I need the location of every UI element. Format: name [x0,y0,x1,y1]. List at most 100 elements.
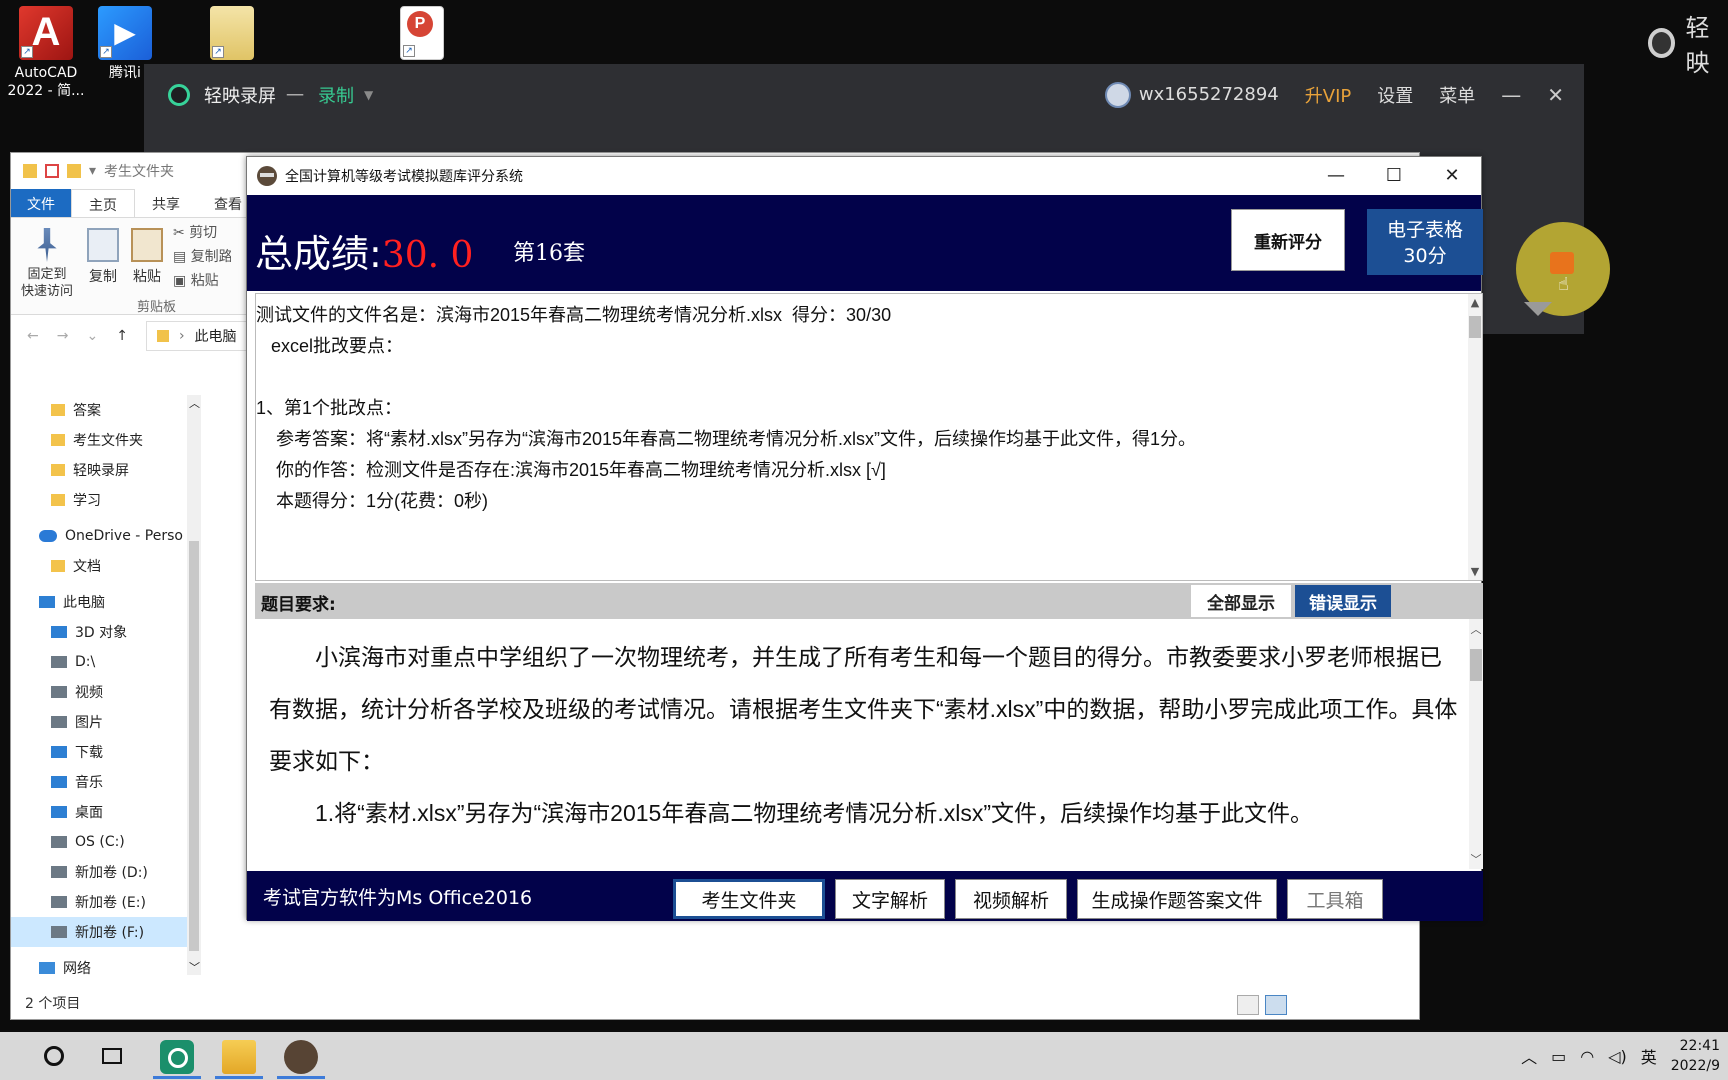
tab-share[interactable]: 共享 [135,189,197,217]
large-icons-view-icon[interactable] [1265,995,1287,1015]
category-name: 电子表格 [1386,219,1463,241]
recorder-floating-text: 轻映 [1685,14,1710,77]
toolbox-button[interactable]: 工具箱 [1287,879,1383,919]
nav-item[interactable]: 学习 [11,485,187,515]
navigation-scrollbar[interactable]: ︿ ﹀ [187,395,201,975]
search-icon[interactable] [44,1046,64,1066]
nav-item[interactable]: 新加卷 (E:) [11,887,187,917]
scrollbar-thumb[interactable] [1470,649,1482,681]
nav-item[interactable]: 答案 [11,395,187,425]
result-line: 测试文件的文件名是：滨海市2015年春高二物理统考情况分析.xlsx 得分：30… [256,305,892,325]
video-analysis-button[interactable]: 视频解析 [955,879,1067,919]
new-folder-icon[interactable] [67,164,81,178]
recorder-account[interactable]: wx1655272894 [1104,82,1279,108]
scrollbar-thumb[interactable] [189,541,199,951]
nav-item[interactable]: 视频 [11,677,187,707]
spreadsheet-category-button[interactable]: 电子表格 30分 [1367,209,1483,275]
paste-shortcut-button[interactable]: ▣ 粘贴 [173,270,231,290]
cut-button[interactable]: ✂ 剪切 [173,222,217,242]
score-header: 总成绩:30. 0 第16套 重新评分 电子表格 30分 [247,195,1483,291]
task-view-icon[interactable] [102,1048,122,1064]
desktop-shortcut-pdf[interactable]: ↗ [376,0,468,64]
nav-item[interactable]: 图片 [11,707,187,737]
input-method-indicator[interactable]: 英 [1641,1044,1657,1068]
details-view-icon[interactable] [1237,995,1259,1015]
scroll-up-icon[interactable]: ︿ [1469,621,1483,637]
nav-item[interactable]: 考生文件夹 [11,425,187,455]
result-line: 本题得分：1分(花费：0秒) [256,491,489,511]
recorder-close-button[interactable]: ✕ [1547,83,1564,107]
battery-icon[interactable]: ▭ [1551,1047,1566,1066]
nav-item[interactable]: 桌面 [11,797,187,827]
copy-path-button[interactable]: ▤ 复制路 [173,246,231,266]
scroll-up-icon[interactable]: ︿ [189,395,200,411]
recorder-taskbar-icon[interactable] [160,1040,194,1074]
copy-button[interactable]: 复制 [83,228,123,286]
requirements-scrollbar[interactable]: ︿ ﹀ [1469,619,1483,869]
desktop-shortcut-folder[interactable]: ↗ [186,0,278,64]
folder-icon [51,404,65,416]
scroll-down-icon[interactable]: ﹀ [1469,851,1483,867]
pin-to-quick-access-button[interactable]: 固定到 快速访问 [17,228,77,300]
recorder-mode-dropdown[interactable]: 录制 [318,82,354,108]
regrade-button[interactable]: 重新评分 [1231,209,1345,271]
nav-item[interactable]: 网络 [11,953,187,983]
chevron-up-icon[interactable]: ︿ [1521,1044,1537,1068]
pc-icon [51,806,67,818]
back-arrow-icon[interactable]: ← [27,328,39,344]
recent-dropdown-icon[interactable]: ⌄ [86,328,98,344]
result-scrollbar[interactable]: ▲ ▼ [1468,294,1482,580]
grading-result-panel[interactable]: 测试文件的文件名是：滨海市2015年春高二物理统考情况分析.xlsx 得分：30… [255,293,1483,581]
recorder-settings-button[interactable]: 设置 [1377,82,1413,108]
recorder-minimize-button[interactable]: — [1501,83,1521,107]
nav-item[interactable]: 文档 [11,551,187,581]
scroll-down-icon[interactable]: ▼ [1468,565,1482,578]
nav-item[interactable]: 此电脑 [11,587,187,617]
text-analysis-button[interactable]: 文字解析 [835,879,945,919]
desktop-shortcut-autocad[interactable]: ↗ AutoCAD 2022 - 简... [0,0,92,100]
nav-item[interactable]: 新加卷 (D:) [11,857,187,887]
show-all-button[interactable]: 全部显示 [1191,585,1291,617]
nav-item[interactable]: 新加卷 (F:) [11,917,187,947]
recorder-floating-label[interactable]: 轻映 [1648,8,1728,78]
shortcut-arrow-icon: ↗ [403,45,415,57]
properties-icon[interactable] [45,164,59,178]
chevron-down-icon[interactable]: ▼ [364,88,373,102]
show-errors-button[interactable]: 错误显示 [1295,585,1391,617]
nav-item[interactable]: OS (C:) [11,827,187,857]
nav-item[interactable]: D:\ [11,647,187,677]
exam-app-taskbar-icon[interactable] [284,1040,318,1074]
tab-file[interactable]: 文件 [11,189,71,217]
scroll-up-icon[interactable]: ▲ [1468,296,1482,309]
scrollbar-thumb[interactable] [1469,316,1481,338]
generate-answer-file-button[interactable]: 生成操作题答案文件 [1077,879,1277,919]
official-software-note: 考试官方软件为Ms Office2016 [263,887,533,909]
close-button[interactable]: ✕ [1423,157,1481,195]
quick-access-dropdown-icon[interactable]: ▾ [89,163,96,179]
student-folder-button[interactable]: 考生文件夹 [673,879,825,919]
upgrade-vip-link[interactable]: 升VIP [1305,82,1351,108]
scroll-down-icon[interactable]: ﹀ [189,959,200,975]
clock[interactable]: 22:41 2022/9 [1671,1036,1720,1076]
nav-item[interactable]: 3D 对象 [11,617,187,647]
recorder-toolbar: wx1655272894 升VIP 设置 菜单 — ✕ [1104,80,1564,110]
minimize-button[interactable]: — [1307,157,1365,195]
paste-button[interactable]: 粘贴 [127,228,167,286]
requirements-panel[interactable]: 小滨海市对重点中学组织了一次物理统考，并生成了所有考生和每一个题目的得分。市教委… [255,619,1483,869]
nav-item[interactable]: OneDrive - Perso [11,521,187,551]
maximize-button[interactable]: ☐ [1365,157,1423,195]
expand-down-icon[interactable] [1524,302,1552,316]
nav-item-label: 视频 [75,685,103,701]
forward-arrow-icon[interactable]: → [57,328,69,344]
nav-item-label: 学习 [73,493,101,509]
tab-home[interactable]: 主页 [71,189,135,217]
file-explorer-taskbar-icon[interactable] [222,1040,256,1074]
nav-item[interactable]: 下载 [11,737,187,767]
nav-item[interactable]: 音乐 [11,767,187,797]
pc-icon [51,746,67,758]
volume-icon[interactable]: ◁) [1608,1047,1627,1066]
up-arrow-icon[interactable]: ↑ [116,328,128,344]
nav-item[interactable]: 轻映录屏 [11,455,187,485]
recorder-menu-button[interactable]: 菜单 [1439,82,1475,108]
wifi-icon[interactable]: ◠ [1580,1047,1594,1066]
